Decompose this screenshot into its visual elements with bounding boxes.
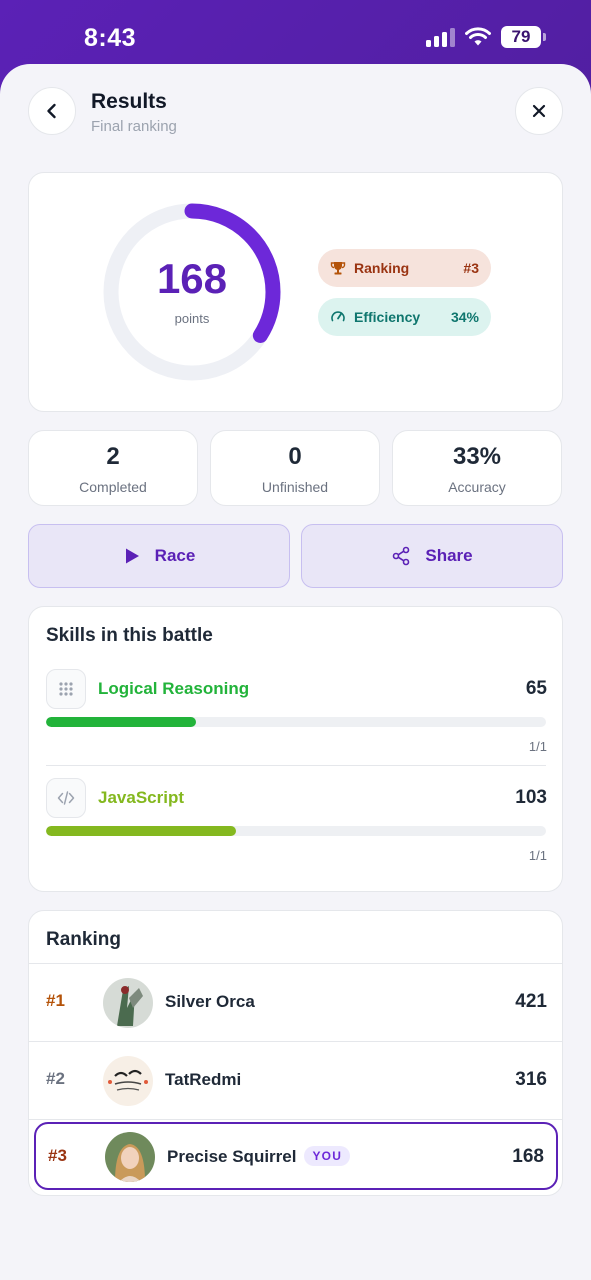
skill-score: 65 [525,678,547,699]
results-sheet: Results Final ranking 168 points Ranking… [0,64,591,1280]
grid-dots-icon [46,669,86,709]
signal-icon [426,27,455,47]
race-button-label: Race [154,546,196,565]
rank-position: #2 [46,1069,65,1088]
page-subtitle: Final ranking [91,118,177,135]
ranking-card: Ranking #1 Silver Orca 421 #2 TatRedmi 3… [28,910,563,1196]
divider [29,1041,562,1042]
skill-progress-fill [46,826,236,836]
skills-title: Skills in this battle [46,625,213,646]
gauge-icon [331,311,345,322]
page-title: Results [91,90,167,113]
ranking-row[interactable]: #1 Silver Orca 421 [29,965,564,1041]
stat-unfinished: 0 Unfinished [210,430,380,506]
stat-label: Completed [79,479,147,495]
efficiency-pill-label: Efficiency [354,309,421,325]
share-button[interactable]: Share [301,524,563,588]
chevron-left-icon [47,103,56,119]
skill-fraction: 1/1 [528,848,547,863]
ranking-row[interactable]: #2 TatRedmi 316 [29,1043,564,1119]
skill-row: Logical Reasoning 65 1/1 [29,669,564,779]
skill-row: JavaScript 103 1/1 [29,778,564,888]
back-button[interactable] [28,87,76,135]
skill-name: JavaScript [98,788,184,807]
close-button[interactable] [515,87,563,135]
rank-position: #3 [48,1146,67,1165]
skill-name: Logical Reasoning [98,679,250,698]
rank-name-text: Precise Squirrel [167,1147,297,1166]
stat-label: Unfinished [261,479,329,495]
rank-position: #1 [46,991,65,1010]
ranking-pill: Ranking #3 [318,249,491,287]
stat-accuracy: 33% Accuracy [392,430,562,506]
rank-score: 316 [515,1069,547,1090]
race-button[interactable]: Race [28,524,290,588]
header: Results Final ranking [0,64,591,164]
efficiency-pill: Efficiency 34% [318,298,491,336]
ranking-row-current-user[interactable]: #3 Precise Squirrel YOU 168 [34,1122,558,1190]
divider [46,765,546,766]
stat-completed: 2 Completed [28,430,198,506]
rank-score: 168 [512,1146,544,1167]
score-card: 168 points Ranking #3 Efficiency 34% [28,172,563,412]
status-time: 8:43 [84,24,137,52]
skill-score: 103 [515,787,547,808]
rank-name: TatRedmi [165,1070,242,1089]
share-button-label: Share [425,546,473,565]
rank-name: Precise Squirrel YOU [167,1146,351,1167]
efficiency-pill-value: 34% [450,309,479,325]
battery-indicator: 79 [501,26,546,48]
score-value: 168 [156,255,228,302]
rank-name: Silver Orca [165,992,255,1011]
stat-value: 0 [288,443,302,470]
trophy-icon [330,262,346,275]
avatar [103,978,153,1028]
skill-fraction: 1/1 [528,739,547,754]
ranking-pill-label: Ranking [354,260,410,276]
skill-progress-track [46,826,546,836]
avatar [103,1056,153,1106]
play-icon [125,548,139,564]
close-icon [532,104,546,118]
stat-label: Accuracy [448,479,506,495]
code-icon [46,778,86,818]
rank-score: 421 [515,991,547,1012]
wifi-icon [465,27,491,46]
ranking-pill-value: #3 [463,260,479,276]
stat-value: 33% [452,443,502,470]
stat-value: 2 [106,443,120,470]
skill-progress-fill [46,717,196,727]
you-badge: YOU [304,1146,351,1166]
status-icons: 79 [426,26,546,48]
divider [29,1119,562,1120]
skills-card: Skills in this battle Logical Reasoning … [28,606,563,892]
divider [29,963,562,964]
avatar [105,1132,155,1182]
share-icon [393,546,410,566]
ranking-title: Ranking [46,929,121,950]
skill-progress-track [46,717,546,727]
score-unit: points [174,311,210,326]
